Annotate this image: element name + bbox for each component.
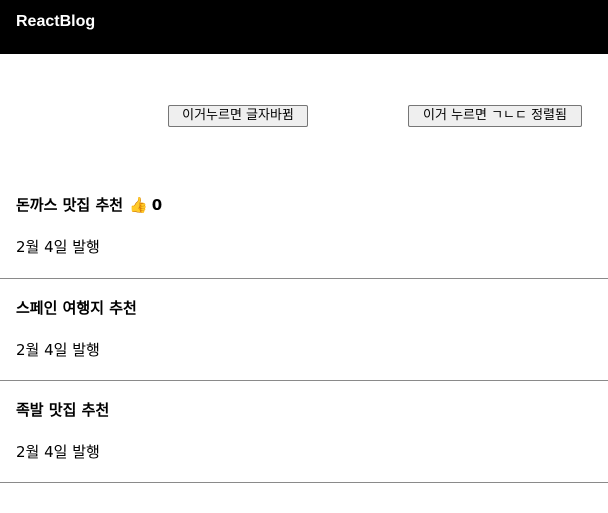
post-date: 2월 4일 발행 <box>16 238 100 256</box>
post-date: 2월 4일 발행 <box>16 443 100 461</box>
list-item: 스페인 여행지 추천 2월 4일 발행 <box>0 279 608 381</box>
post-title-row: 돈까스 맛집 추천 👍 0 <box>16 194 162 215</box>
like-count: 0 <box>151 196 163 214</box>
post-title[interactable]: 족발 맛집 추천 <box>16 399 109 420</box>
post-title[interactable]: 돈까스 맛집 추천 <box>16 196 123 214</box>
sort-button[interactable]: 이거 누르면 ㄱㄴㄷ 정렬됨 <box>408 105 582 127</box>
list-item: 족발 맛집 추천 2월 4일 발행 <box>0 381 608 483</box>
post-title[interactable]: 스페인 여행지 추천 <box>16 297 137 318</box>
thumbs-up-icon[interactable]: 👍 <box>129 196 148 214</box>
change-text-button[interactable]: 이거누르면 글자바뀜 <box>168 105 308 127</box>
brand-logo-text: ReactBlog <box>16 13 96 30</box>
navbar: ReactBlog <box>0 0 608 54</box>
post-date: 2월 4일 발행 <box>16 341 100 359</box>
list-item: 돈까스 맛집 추천 👍 0 2월 4일 발행 <box>0 176 608 279</box>
